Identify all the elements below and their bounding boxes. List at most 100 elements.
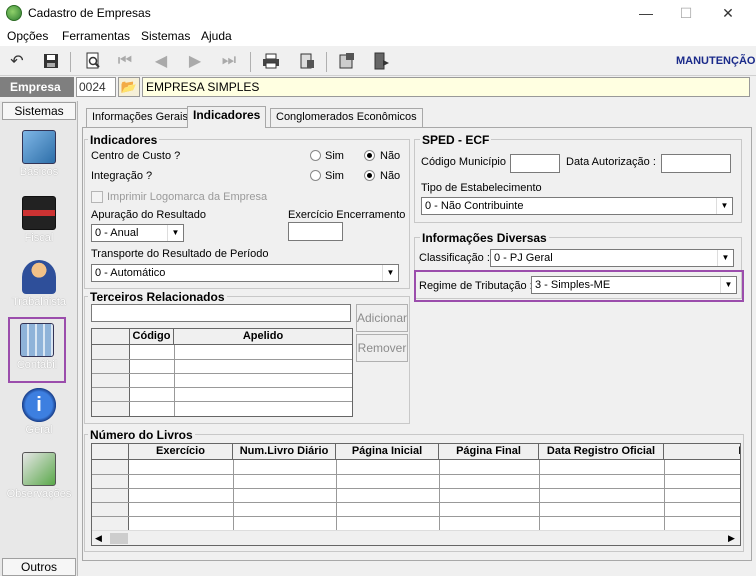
terceiros-input[interactable]: [91, 304, 351, 322]
column-exercicio[interactable]: Exercício: [129, 444, 233, 460]
table-row[interactable]: [92, 387, 352, 388]
table-row[interactable]: [92, 401, 352, 402]
column-nu[interactable]: Nu: [664, 444, 740, 460]
scroll-right-icon[interactable]: ▶: [728, 533, 735, 544]
apuracao-label: Apuração do Resultado: [91, 209, 206, 221]
maximize-button[interactable]: ☐: [666, 4, 706, 24]
sidebar-footer-outros[interactable]: Outros: [2, 558, 76, 576]
empresa-name-field[interactable]: EMPRESA SIMPLES: [142, 77, 750, 97]
menu-sistemas[interactable]: Sistemas: [141, 29, 190, 43]
toolbar-separator: [70, 52, 71, 72]
imprimir-logo-checkbox[interactable]: [91, 191, 103, 203]
sped-title: SPED - ECF: [420, 133, 492, 147]
open-empresa-button[interactable]: 📂: [118, 77, 140, 97]
tipo-estabelecimento-label: Tipo de Estabelecimento: [421, 182, 542, 194]
row-header: [92, 460, 129, 530]
sidebar-item-basicos[interactable]: Básicos: [4, 130, 74, 186]
codigo-municipio-label: Código Município :: [421, 156, 513, 168]
integracao-sim-label: Sim: [325, 170, 344, 182]
previous-record-button[interactable]: ◀: [150, 50, 172, 72]
centro-custo-sim-radio[interactable]: [310, 150, 321, 161]
integracao-nao-label: Não: [380, 170, 401, 182]
menu-ajuda[interactable]: Ajuda: [201, 29, 232, 43]
exercicio-input[interactable]: [288, 222, 343, 241]
previous-record-icon: ◀: [154, 53, 168, 70]
column-codigo[interactable]: Código: [130, 329, 174, 345]
first-record-button[interactable]: ⏮: [114, 50, 136, 72]
sidebar-item-observacoes[interactable]: Observações: [4, 452, 74, 508]
classificacao-select[interactable]: 0 - PJ Geral ▼: [490, 249, 734, 267]
table-row[interactable]: [92, 359, 352, 360]
tab-conglomerados[interactable]: Conglomerados Econômicos: [270, 108, 423, 127]
scroll-thumb[interactable]: [110, 533, 128, 544]
sidebar-item-geral[interactable]: i Geral: [4, 388, 74, 444]
calculator-icon: [20, 323, 54, 357]
column-pagina-inicial[interactable]: Página Inicial: [336, 444, 439, 460]
transporte-select[interactable]: 0 - Automático ▼: [91, 264, 399, 282]
exercicio-label: Exercício Encerramento: [288, 209, 406, 221]
tab-informacoes-gerais[interactable]: Informações Gerais: [86, 108, 194, 127]
table-row[interactable]: [92, 373, 352, 374]
toolbar-separator: [326, 52, 327, 72]
undo-button[interactable]: ↶: [6, 50, 28, 72]
adicionar-button[interactable]: Adicionar: [356, 304, 408, 332]
print-button[interactable]: [260, 50, 282, 72]
sidebar-item-trabalhista[interactable]: Trabalhista: [4, 260, 74, 316]
table-row[interactable]: [92, 516, 740, 517]
regime-select[interactable]: 3 - Simples-ME ▼: [531, 276, 737, 294]
report-button[interactable]: [296, 50, 318, 72]
codigo-municipio-input[interactable]: [510, 154, 560, 173]
sidebar-item-fiscal[interactable]: Fiscal: [4, 196, 74, 252]
tools-button[interactable]: [336, 50, 358, 72]
chevron-down-icon: ▼: [720, 277, 736, 293]
scroll-left-icon[interactable]: ◀: [95, 533, 102, 544]
column-divider: [539, 460, 540, 530]
save-button[interactable]: [40, 50, 62, 72]
chevron-down-icon: ▼: [382, 265, 398, 281]
chevron-down-icon: ▼: [167, 225, 183, 241]
empresa-code-field[interactable]: 0024: [76, 77, 116, 97]
exit-door-icon: [374, 52, 389, 70]
sidebar-item-contabil[interactable]: Contábil: [8, 317, 66, 383]
sidebar-header-sistemas[interactable]: Sistemas: [2, 102, 76, 120]
column-pagina-final[interactable]: Página Final: [439, 444, 539, 460]
tipo-estabelecimento-select[interactable]: 0 - Não Contribuinte ▼: [421, 197, 733, 215]
table-row[interactable]: [92, 488, 740, 489]
last-record-button[interactable]: ⏭: [218, 50, 240, 72]
next-record-icon: ▶: [188, 53, 202, 70]
tools-icon: [339, 53, 354, 69]
preview-icon: [86, 52, 100, 69]
close-button[interactable]: ✕: [708, 4, 748, 24]
terceiros-table[interactable]: Código Apelido: [91, 328, 353, 417]
menu-opcoes[interactable]: Opções: [7, 29, 48, 43]
integracao-nao-radio[interactable]: [364, 170, 375, 181]
data-autorizacao-input[interactable]: [661, 154, 731, 173]
integracao-sim-radio[interactable]: [310, 170, 321, 181]
remover-button[interactable]: Remover: [356, 334, 408, 362]
apuracao-select[interactable]: 0 - Anual ▼: [91, 224, 184, 242]
window-title: Cadastro de Empresas: [28, 6, 151, 20]
info-icon: i: [22, 388, 56, 422]
minimize-button[interactable]: —: [626, 4, 666, 24]
transporte-label: Transporte do Resultado de Período: [91, 248, 269, 260]
centro-custo-nao-radio[interactable]: [364, 150, 375, 161]
next-record-button[interactable]: ▶: [184, 50, 206, 72]
printer-icon: [263, 53, 279, 69]
livros-table[interactable]: Exercício Num.Livro Diário Página Inicia…: [91, 443, 741, 546]
column-data-registro-oficial[interactable]: Data Registro Oficial: [539, 444, 664, 460]
report-icon: [300, 53, 314, 69]
exit-button[interactable]: [370, 50, 392, 72]
menu-ferramentas[interactable]: Ferramentas: [62, 29, 130, 43]
sidebar-item-label: Observações: [6, 488, 72, 500]
transporte-value: 0 - Automático: [95, 267, 166, 279]
column-apelido[interactable]: Apelido: [174, 329, 352, 345]
preview-button[interactable]: [82, 50, 104, 72]
column-num-livro-diario[interactable]: Num.Livro Diário: [233, 444, 336, 460]
classificacao-label: Classificação :: [419, 252, 490, 264]
column-divider: [233, 460, 234, 530]
table-row[interactable]: [92, 502, 740, 503]
horizontal-scrollbar[interactable]: ◀ ▶: [92, 530, 740, 545]
undo-icon: ↶: [10, 53, 24, 70]
tab-indicadores[interactable]: Indicadores: [187, 106, 267, 128]
table-row[interactable]: [92, 474, 740, 475]
